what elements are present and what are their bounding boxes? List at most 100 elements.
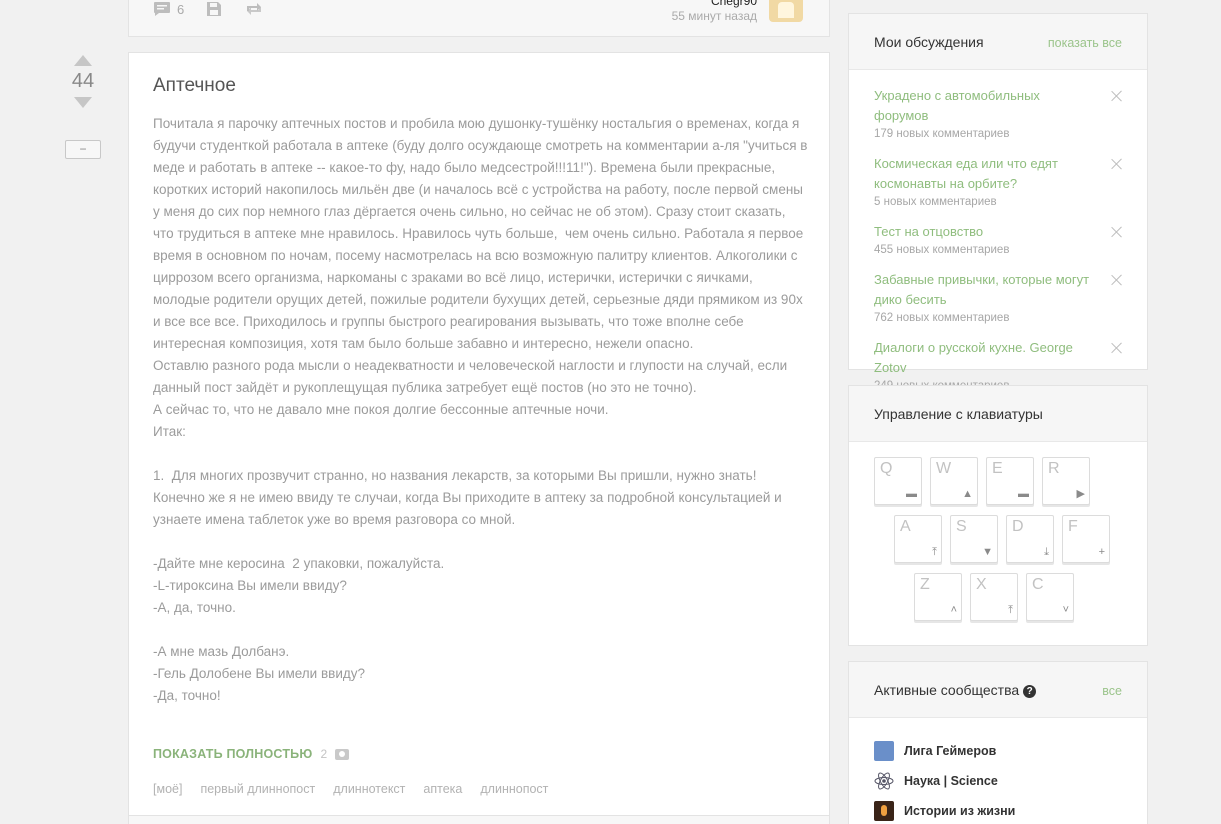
story-title[interactable]: Аптечное: [153, 75, 236, 97]
discussion-link[interactable]: Диалоги о русской кухне. George Zotov: [874, 338, 1095, 378]
community-item[interactable]: Лига Геймеров: [874, 736, 1147, 766]
key-char: A: [900, 518, 911, 535]
key-f[interactable]: F +: [1062, 515, 1110, 563]
key-c[interactable]: C ˅: [1026, 573, 1074, 621]
help-icon[interactable]: ?: [1023, 685, 1037, 698]
story-paragraph: -Да, точно!: [153, 688, 221, 703]
panel-title: Активные сообщества?: [874, 682, 1037, 698]
panel-title-text: Активные сообщества: [874, 682, 1020, 698]
repost-icon[interactable]: [244, 1, 264, 17]
tag[interactable]: длиннопост: [480, 782, 548, 796]
key-char: C: [1032, 576, 1044, 593]
story-body: Почитала я парочку аптечных постов и про…: [153, 113, 808, 707]
key-char: Z: [920, 576, 930, 593]
download-icon: ⤓: [1044, 546, 1049, 558]
arrow-down-icon: ▼: [982, 546, 993, 558]
rating-value: 44: [71, 70, 95, 92]
key-r[interactable]: R ▶: [1042, 457, 1090, 505]
key-char: F: [1068, 518, 1078, 535]
keyboard-map: Q ▬ W ▲ E ▬ R ▶ A ⤒ S ▼ D ⤓ F + Z ˄ X ⤒ C ˅: [849, 442, 1147, 642]
collapse-button[interactable]: −: [65, 140, 101, 159]
camera-icon: [335, 748, 350, 760]
close-icon[interactable]: [1111, 342, 1123, 354]
discussion-link[interactable]: Космическая еда или что едят космонавты …: [874, 154, 1095, 194]
tag[interactable]: [моё]: [153, 782, 182, 796]
community-name: Лига Геймеров: [904, 744, 997, 758]
panel-header: Мои обсуждения показать все: [849, 14, 1147, 70]
play-icon: ▶: [1076, 488, 1085, 500]
key-z[interactable]: Z ˄: [914, 573, 962, 621]
key-w[interactable]: W ▲: [930, 457, 978, 505]
tag[interactable]: первый длиннопост: [200, 782, 315, 796]
community-avatar: [874, 741, 894, 761]
key-e[interactable]: E ▬: [986, 457, 1034, 505]
key-a[interactable]: A ⤒: [894, 515, 942, 563]
story-paragraph: [153, 443, 808, 465]
images-count: 2: [320, 747, 328, 761]
story-paragraph: Почитала я парочку аптечных постов и про…: [153, 116, 812, 351]
close-icon[interactable]: [1111, 158, 1123, 170]
key-x[interactable]: X ⤒: [970, 573, 1018, 621]
discussion-link[interactable]: Забавные привычки, которые могут дико бе…: [874, 270, 1095, 310]
upvote-icon[interactable]: [74, 55, 92, 66]
community-item[interactable]: Наука | Science: [874, 766, 1147, 796]
close-icon[interactable]: [1111, 90, 1123, 102]
all-communities-link[interactable]: все: [1102, 684, 1122, 698]
show-more-label: ПОКАЗАТЬ ПОЛНОСТЬЮ: [153, 747, 313, 761]
comments-button[interactable]: 6: [153, 1, 184, 17]
rating-block: 44: [62, 52, 104, 108]
tag[interactable]: длиннотекст: [333, 782, 405, 796]
story-paragraph: -L-тироксина Вы имели ввиду?: [153, 578, 347, 593]
community-avatar: [874, 801, 894, 821]
story-paragraph: А сейчас то, что не давало мне покоя дол…: [153, 402, 609, 417]
panel-header: Активные сообщества? все: [849, 662, 1147, 718]
story-card: Аптечное Почитала я парочку аптечных пос…: [128, 52, 830, 816]
discussion-item: Украдено с автомобильных форумов 179 нов…: [874, 86, 1123, 142]
key-char: R: [1048, 460, 1060, 477]
discussion-meta: 179 новых комментариев: [874, 128, 1010, 140]
discussions-list: Украдено с автомобильных форумов 179 нов…: [849, 70, 1147, 394]
community-name: Истории из жизни: [904, 804, 1016, 818]
panel-header: Управление с клавиатуры: [849, 386, 1147, 442]
story-tags: [моё] первый длиннопост длиннотекст апте…: [153, 782, 548, 796]
active-communities-panel: Активные сообщества? все Лига Геймеров Н…: [848, 661, 1148, 824]
story-paragraph: Итак:: [153, 424, 186, 439]
jump-top-icon: ⤒: [1008, 604, 1013, 616]
story-tools: 6: [153, 1, 264, 17]
key-char: X: [976, 576, 987, 593]
tag[interactable]: аптека: [423, 782, 462, 796]
chevron-up-icon: ˄: [950, 604, 957, 616]
story-paragraph: Оставлю разного рода мысли о неадекватно…: [153, 358, 791, 395]
arrow-up-icon: ▲: [962, 488, 973, 500]
discussion-item: Забавные привычки, которые могут дико бе…: [874, 270, 1123, 326]
key-q[interactable]: Q ▬: [874, 457, 922, 505]
keyboard-panel: Управление с клавиатуры Q ▬ W ▲ E ▬ R ▶ A ⤒ S…: [848, 385, 1148, 646]
close-icon[interactable]: [1111, 274, 1123, 286]
communities-list: Лига Геймеров Наука | Science Истории из…: [849, 718, 1147, 824]
show-more-link[interactable]: ПОКАЗАТЬ ПОЛНОСТЬЮ 2: [153, 747, 350, 761]
discussion-meta: 455 новых комментариев: [874, 244, 1010, 256]
community-name: Наука | Science: [904, 774, 998, 788]
key-char: W: [936, 460, 952, 477]
discussion-link[interactable]: Тест на отцовство: [874, 222, 1095, 242]
comment-icon: ▬: [1018, 488, 1029, 500]
comment-icon: ▬: [906, 488, 917, 500]
story-author[interactable]: Chegr90: [711, 0, 757, 8]
downvote-icon[interactable]: [74, 97, 92, 108]
show-all-link[interactable]: показать все: [1048, 36, 1122, 50]
plus-icon: +: [1098, 546, 1105, 558]
key-char: E: [992, 460, 1003, 477]
key-char: Q: [880, 460, 893, 477]
community-item[interactable]: Истории из жизни: [874, 796, 1147, 824]
discussion-link[interactable]: Украдено с автомобильных форумов: [874, 86, 1095, 126]
key-s[interactable]: S ▼: [950, 515, 998, 563]
save-icon[interactable]: [206, 1, 222, 17]
panel-title: Управление с клавиатуры: [874, 406, 1043, 422]
discussion-item: Тест на отцовство 455 новых комментариев: [874, 222, 1123, 258]
close-icon[interactable]: [1111, 226, 1123, 238]
key-d[interactable]: D ⤓: [1006, 515, 1054, 563]
story-paragraph: 1. Для многих прозвучит странно, но назв…: [153, 468, 786, 527]
key-char: S: [956, 518, 967, 535]
author-avatar[interactable]: [769, 0, 803, 22]
comments-count: 6: [177, 1, 185, 17]
